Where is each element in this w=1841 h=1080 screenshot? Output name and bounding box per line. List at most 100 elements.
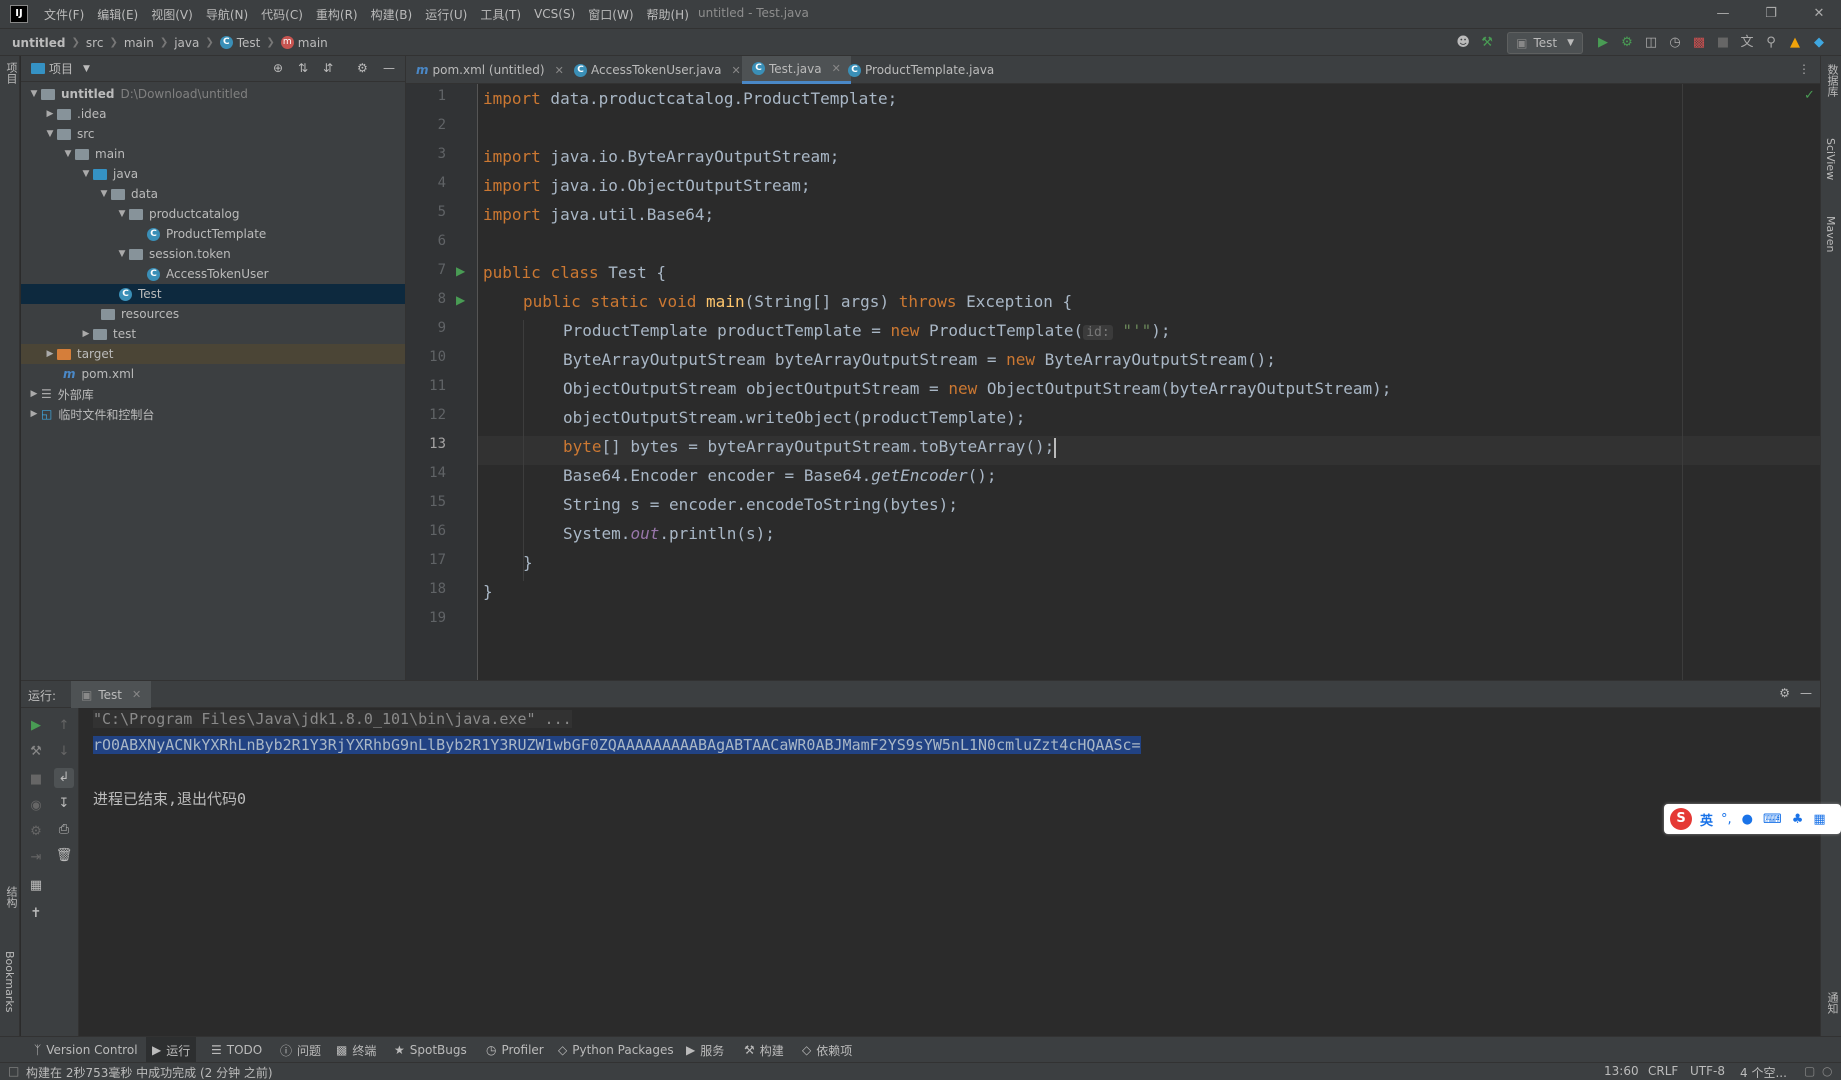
tab-accesstokenuser[interactable]: C AccessTokenUser.java ✕ bbox=[564, 56, 751, 84]
breadcrumb-method[interactable]: m main bbox=[280, 36, 328, 50]
keyboard-icon[interactable]: ⌨ bbox=[1763, 812, 1782, 827]
tree-node-external-libraries[interactable]: ▶ ☰ 外部库 bbox=[21, 384, 405, 404]
profile-icon[interactable]: ◷ bbox=[1665, 33, 1685, 53]
tree-node-test-class[interactable]: C Test bbox=[21, 284, 405, 304]
file-encoding[interactable]: UTF-8 bbox=[1690, 1064, 1725, 1078]
project-tool-button[interactable]: 项目 bbox=[3, 62, 19, 84]
close-icon[interactable]: ✕ bbox=[555, 64, 564, 77]
coverage-icon[interactable]: ◫ bbox=[1641, 33, 1661, 53]
tab-profiler[interactable]: ◷ Profiler bbox=[480, 1037, 550, 1063]
layout-toggle-icon[interactable]: □ bbox=[8, 1064, 19, 1078]
tree-node-src[interactable]: ▼ src bbox=[21, 124, 405, 144]
tree-node-test[interactable]: ▶ test bbox=[21, 324, 405, 344]
pin-icon[interactable]: ✝ bbox=[26, 904, 46, 924]
tab-dependencies[interactable]: ◇ 依赖项 bbox=[796, 1037, 858, 1063]
ime-language[interactable]: 英 bbox=[1700, 810, 1713, 829]
breadcrumb-class[interactable]: C Test bbox=[219, 36, 260, 50]
more-tabs-icon[interactable]: ⋮ bbox=[1798, 62, 1810, 76]
run-class-icon[interactable]: ▶ bbox=[456, 264, 465, 278]
menu-tools[interactable]: 工具(T) bbox=[480, 6, 521, 23]
database-tool-button[interactable]: 数据库 bbox=[1824, 64, 1840, 97]
notifications-tool-button[interactable]: 通知 bbox=[1824, 992, 1840, 1014]
close-icon[interactable]: ✕ bbox=[132, 688, 141, 701]
chevron-down-icon[interactable]: ▼ bbox=[43, 129, 57, 139]
hide-panel-icon[interactable]: — bbox=[1800, 686, 1812, 700]
menu-refactor[interactable]: 重构(R) bbox=[316, 6, 358, 23]
rerun-icon[interactable]: ▶ bbox=[26, 716, 46, 736]
apps-grid-icon[interactable]: ▦ bbox=[1813, 812, 1825, 827]
maven-tool-button[interactable]: Maven bbox=[1824, 216, 1837, 252]
breadcrumb-java[interactable]: java bbox=[174, 36, 199, 50]
settings-icon[interactable]: ⚙ bbox=[26, 822, 46, 842]
tab-run[interactable]: ▶ 运行 bbox=[146, 1037, 197, 1063]
build-hammer-icon[interactable]: ⚒ bbox=[1477, 33, 1497, 53]
menu-view[interactable]: 视图(V) bbox=[151, 6, 193, 23]
exit-icon[interactable]: ⇥ bbox=[26, 848, 46, 868]
tree-node-pom[interactable]: m pom.xml bbox=[21, 364, 405, 384]
tab-pom-xml[interactable]: m pom.xml (untitled) ✕ bbox=[406, 56, 574, 84]
print-icon[interactable]: ⎙ bbox=[54, 820, 74, 840]
menu-build[interactable]: 构建(B) bbox=[371, 6, 413, 23]
collapse-all-icon[interactable]: ⇵ bbox=[323, 61, 333, 75]
status-message[interactable]: 构建在 2秒753毫秒 中成功完成 (2 分钟 之前) bbox=[26, 1064, 273, 1080]
menu-edit[interactable]: 编辑(E) bbox=[97, 6, 138, 23]
search-icon[interactable]: ⚲ bbox=[1761, 33, 1781, 53]
tab-python-packages[interactable]: ◇ Python Packages bbox=[552, 1037, 680, 1063]
scroll-down-icon[interactable]: ↓ bbox=[54, 742, 74, 762]
run-configuration-select[interactable]: ▣ Test ▼ bbox=[1507, 32, 1583, 54]
console-output[interactable]: "C:\Program Files\Java\jdk1.8.0_101\bin\… bbox=[79, 708, 1820, 1036]
chevron-right-icon[interactable]: ▶ bbox=[43, 349, 57, 359]
tree-node-producttemplate[interactable]: C ProductTemplate bbox=[21, 224, 405, 244]
tree-node-data[interactable]: ▼ data bbox=[21, 184, 405, 204]
tree-node-target[interactable]: ▶ target bbox=[21, 344, 405, 364]
close-icon[interactable]: ✕ bbox=[731, 64, 740, 77]
indent-settings[interactable]: 4 个空... bbox=[1740, 1064, 1787, 1080]
hide-panel-icon[interactable]: — bbox=[383, 61, 395, 75]
menu-help[interactable]: 帮助(H) bbox=[647, 6, 689, 23]
run-main-icon[interactable]: ▶ bbox=[456, 293, 465, 307]
chevron-down-icon[interactable]: ▼ bbox=[61, 149, 75, 159]
chevron-down-icon[interactable]: ▼ bbox=[115, 209, 129, 219]
chevron-down-icon[interactable]: ▼ bbox=[83, 64, 90, 74]
bookmarks-tool-button[interactable]: Bookmarks bbox=[3, 951, 16, 1012]
menu-file[interactable]: 文件(F) bbox=[44, 6, 84, 23]
tree-node-productcatalog[interactable]: ▼ productcatalog bbox=[21, 204, 405, 224]
menu-navigate[interactable]: 导航(N) bbox=[206, 6, 248, 23]
tab-producttemplate[interactable]: C ProductTemplate.java bbox=[838, 56, 1004, 84]
stop-icon[interactable]: ■ bbox=[26, 770, 46, 790]
app-logo-icon[interactable]: IJ bbox=[10, 5, 28, 23]
caret-position[interactable]: 13:60 bbox=[1604, 1064, 1639, 1078]
tab-test-java[interactable]: C Test.java ✕ bbox=[742, 56, 851, 84]
structure-tool-button[interactable]: 结构 bbox=[3, 886, 19, 908]
wrench-icon[interactable]: ⚒ bbox=[26, 742, 46, 762]
debug-icon[interactable]: ⚙ bbox=[1617, 33, 1637, 53]
chevron-right-icon[interactable]: ▶ bbox=[79, 329, 93, 339]
tree-node-accesstokenuser[interactable]: C AccessTokenUser bbox=[21, 264, 405, 284]
translate-icon[interactable]: 文 bbox=[1737, 33, 1757, 53]
expand-all-icon[interactable]: ⇅ bbox=[298, 61, 308, 75]
tab-terminal[interactable]: ▩ 终端 bbox=[330, 1037, 382, 1063]
minimize-button[interactable]: — bbox=[1700, 4, 1746, 24]
menu-vcs[interactable]: VCS(S) bbox=[534, 7, 575, 21]
ime-toolbar[interactable]: S 英 °, ● ⌨ ♣ ▦ bbox=[1664, 804, 1841, 834]
tree-node-java[interactable]: ▼ java bbox=[21, 164, 405, 184]
tree-node-session-token[interactable]: ▼ session.token bbox=[21, 244, 405, 264]
chevron-down-icon[interactable]: ▼ bbox=[97, 189, 111, 199]
camera-icon[interactable]: ◉ bbox=[26, 796, 46, 816]
run-with-icon[interactable]: ▩ bbox=[1689, 33, 1709, 53]
chevron-down-icon[interactable]: ▼ bbox=[115, 249, 129, 259]
scroll-to-end-icon[interactable]: ↧ bbox=[54, 794, 74, 814]
breadcrumb-project[interactable]: untitled bbox=[12, 36, 66, 50]
gear-icon[interactable]: ⚙ bbox=[1779, 686, 1790, 700]
no-problems-check-icon[interactable]: ✓ bbox=[1804, 88, 1815, 103]
tab-services[interactable]: ▶ 服务 bbox=[680, 1037, 730, 1063]
menu-run[interactable]: 运行(U) bbox=[425, 6, 467, 23]
tree-node-idea[interactable]: ▶ .idea bbox=[21, 104, 405, 124]
plugin-icon[interactable]: ◆ bbox=[1809, 33, 1829, 53]
run-icon[interactable]: ▶ bbox=[1593, 33, 1613, 53]
tab-spotbugs[interactable]: ★ SpotBugs bbox=[388, 1037, 473, 1063]
git-icon[interactable]: ○ bbox=[1822, 1064, 1832, 1078]
soft-wrap-icon[interactable]: ↲ bbox=[54, 768, 74, 788]
tab-version-control[interactable]: ᛉ Version Control bbox=[28, 1037, 144, 1063]
update-icon[interactable]: ▲ bbox=[1785, 33, 1805, 53]
